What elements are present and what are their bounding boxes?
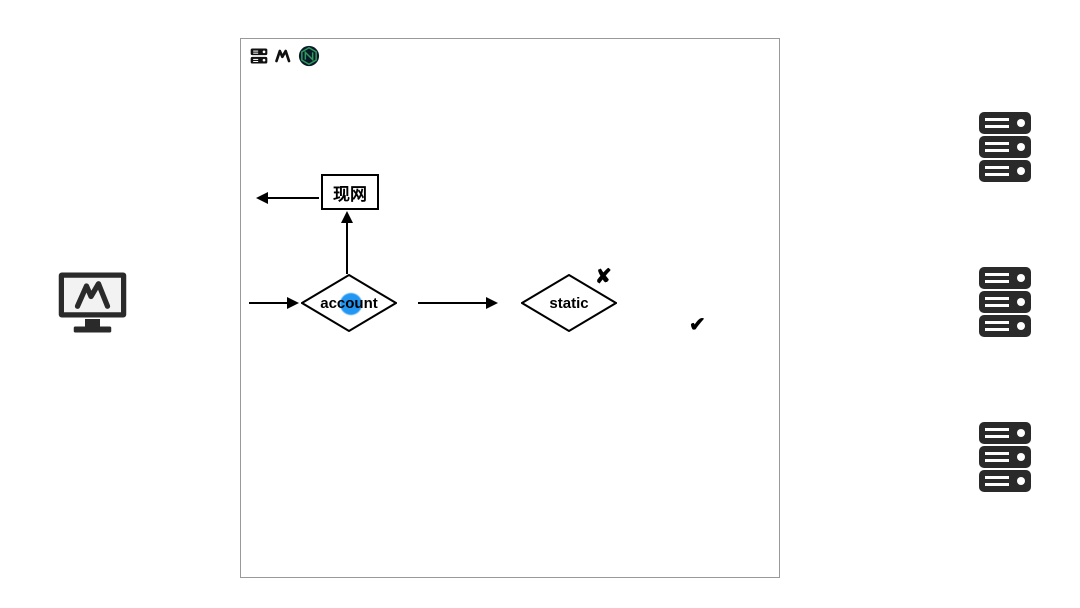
arrow-account-to-static [418,297,498,309]
arrow-live-out [256,192,319,204]
live-net-node: 现网 [321,174,379,210]
static-decision-node: static [521,274,617,332]
arrow-into-account [249,297,299,309]
account-decision-node: account [301,274,397,332]
ok-check-icon: ✔ [689,312,706,337]
n-hex-icon [298,45,320,67]
live-net-label: 现网 [333,180,367,205]
w-small-icon [273,45,295,67]
server-environment-frame: 现网 account ✘ static ✔ [240,38,780,578]
frame-corner-icons [248,45,320,67]
account-label: account [320,295,378,312]
server-icon [975,265,1035,340]
server-icon [975,420,1035,495]
arrow-account-to-live [341,211,353,274]
client-monitor-icon [55,265,130,340]
server-small-icon [248,45,270,67]
server-icon [975,110,1035,185]
static-label: static [549,295,588,312]
